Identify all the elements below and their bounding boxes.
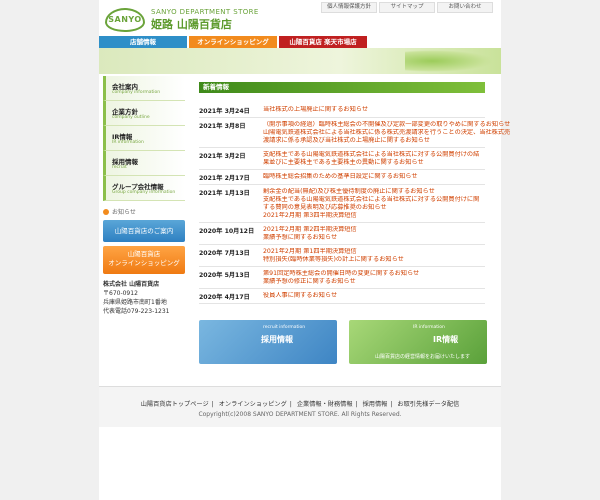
news-link[interactable]: 2021年2月期 第2四半期決算短信 <box>263 226 357 234</box>
footer-nav: 山陽百貨店トップページ | オンラインショッピング | 企業情報・財務情報 | 採用情… <box>99 399 501 408</box>
news-links: 支配株主である山陽電気鉄道株式会社による当社株式に対する公開買付けの結果並びに主… <box>263 151 485 167</box>
company-address: 兵庫県姫路市南町1番地 <box>103 299 167 306</box>
news-date: 2020年 7月13日 <box>199 250 250 257</box>
news-date: 2021年 3月24日 <box>199 108 250 115</box>
list-item: 2021年 3月8日 （開示事項の経過）臨時株主総会の不開催及び定款一部変更の取… <box>199 118 510 148</box>
news-date: 2021年 2月17日 <box>199 175 250 182</box>
brand-english: SANYO DEPARTMENT STORE <box>151 8 259 16</box>
news-link[interactable]: 剰余金の配当(無配)及び株主優待制度の廃止に関するお知らせ <box>263 188 485 196</box>
ir-banner-ja: IR情報 <box>433 335 459 344</box>
list-item: 2020年 10月12日 2021年2月期 第2四半期決算短信 業績予想に関する… <box>199 223 485 245</box>
news-list: 2021年 3月24日 当社株式の上場廃止に関するお知らせ 2021年 3月8日… <box>199 103 510 304</box>
news-links: 当社株式の上場廃止に関するお知らせ <box>263 106 368 115</box>
news-links: （開示事項の経過）臨時株主総会の不開催及び定款一部変更の取りやめに関するお知らせ… <box>263 121 510 145</box>
list-item: 2021年 3月24日 当社株式の上場廃止に関するお知らせ <box>199 103 485 118</box>
footer: 山陽百貨店トップページ | オンラインショッピング | 企業情報・財務情報 | 採用情… <box>99 386 501 427</box>
sitemap-link[interactable]: サイトマップ <box>379 2 435 13</box>
page-container: SANYO SANYO DEPARTMENT STORE 姫路 山陽百貨店 個人… <box>99 0 510 500</box>
company-tel: 代表電話079-223-1231 <box>103 308 170 315</box>
contact-link[interactable]: お問い合わせ <box>437 2 493 13</box>
store-guide-button[interactable]: 山陽百貨店のご案内 <box>103 220 185 242</box>
news-date: 2021年 3月2日 <box>199 153 246 160</box>
news-links: 臨時株主総会招集のための基準日設定に関するお知らせ <box>263 173 418 182</box>
privacy-link[interactable]: 個人情報保護方針 <box>321 2 377 13</box>
sidebar-item-company[interactable]: 会社案内 company information <box>103 76 185 101</box>
news-date: 2020年 4月17日 <box>199 294 250 301</box>
list-item: 2020年 4月17日 役員人事に関するお知らせ <box>199 289 485 304</box>
leaf-decoration <box>405 50 495 72</box>
news-link[interactable]: 2021年2月期 第1四半期決算短信 <box>263 248 404 256</box>
bullet-icon <box>103 208 109 215</box>
sidebar-item-sub: company information <box>112 90 161 95</box>
list-item: 2021年 2月17日 臨時株主総会招集のための基準日設定に関するお知らせ <box>199 170 485 185</box>
news-link[interactable]: 支配株主である山陽電気鉄道株式会社による当社株式に対する公開買付けの結果並びに主… <box>263 151 485 167</box>
footer-link-supplier[interactable]: お取引先様データ配信 <box>394 401 462 408</box>
ir-banner-en: IR information <box>413 325 445 330</box>
news-links: 2021年2月期 第1四半期決算短信 特別損失(臨時休業等損失)の計上に関するお… <box>263 248 404 264</box>
sidebar: 会社案内 company information 企業方針 company ou… <box>103 76 185 316</box>
ir-banner-caption: 山陽百貨店の経営情報をお届けいたします <box>375 354 471 360</box>
news-link[interactable]: 2021年2月期 第3四半期決算短信 <box>263 212 485 220</box>
sidebar-item-ir[interactable]: IR情報 IR information <box>103 126 185 151</box>
sidebar-item-sub: Group company information <box>112 190 176 195</box>
ir-banner[interactable]: IR information IR情報 山陽百貨店の経営情報をお届けいたします <box>349 320 487 364</box>
tab-store-info[interactable]: 店舗情報 <box>99 36 187 48</box>
recruit-banner-en: recruit information <box>263 325 306 330</box>
news-links: 第91回定時株主総会の開催日時の変更に関するお知らせ 業績予想の修正に関するお知… <box>263 270 419 286</box>
online-shopping-button[interactable]: 山陽百貨店 オンラインショッピング <box>103 246 185 274</box>
sidebar-item-sub: company outline <box>112 115 150 120</box>
notice-link[interactable]: お知らせ <box>103 207 185 216</box>
list-item: 2020年 5月13日 第91回定時株主総会の開催日時の変更に関するお知らせ 業… <box>199 267 485 289</box>
footer-link-online[interactable]: オンラインショッピング <box>216 401 290 408</box>
footer-link-recruit[interactable]: 採用情報 <box>360 401 391 408</box>
tab-online-shopping[interactable]: オンラインショッピング <box>189 36 277 48</box>
company-name: 株式会社 山陽百貨店 <box>103 281 160 288</box>
news-date: 2021年 3月8日 <box>199 123 246 130</box>
news-link[interactable]: 役員人事に関するお知らせ <box>263 292 337 300</box>
logo[interactable]: SANYO <box>105 8 145 32</box>
recruit-banner[interactable]: recruit information 採用情報 <box>199 320 337 364</box>
list-item: 2021年 3月2日 支配株主である山陽電気鉄道株式会社による当社株式に対する公… <box>199 148 485 170</box>
sidebar-item-sub: recruit <box>112 165 127 170</box>
news-links: 2021年2月期 第2四半期決算短信 業績予想に関するお知らせ <box>263 226 357 242</box>
news-links: 剰余金の配当(無配)及び株主優待制度の廃止に関するお知らせ 支配株主である山陽電… <box>263 188 485 220</box>
recruit-banner-ja: 採用情報 <box>261 335 293 344</box>
main-tabs: 店舗情報 オンラインショッピング 山陽百貨店 楽天市場店 <box>99 36 501 48</box>
list-item: 2021年 1月13日 剰余金の配当(無配)及び株主優待制度の廃止に関するお知ら… <box>199 185 485 223</box>
tab-rakuten-store[interactable]: 山陽百貨店 楽天市場店 <box>279 36 367 48</box>
news-link[interactable]: 臨時株主総会招集のための基準日設定に関するお知らせ <box>263 173 418 181</box>
news-link[interactable]: 特別損失(臨時休業等損失)の計上に関するお知らせ <box>263 256 404 264</box>
news-link[interactable]: 業績予想の修正に関するお知らせ <box>263 278 419 286</box>
list-item: 2020年 7月13日 2021年2月期 第1四半期決算短信 特別損失(臨時休業… <box>199 245 485 267</box>
main-content: 新着情報 2021年 3月24日 当社株式の上場廃止に関するお知らせ 2021年… <box>199 82 510 304</box>
news-date: 2020年 5月13日 <box>199 272 250 279</box>
news-link[interactable]: 山陽電気鉄道株式会社による当社株式に係る株式売渡請求を行うことの決定、当社株式売… <box>263 129 510 145</box>
news-link[interactable]: 当社株式の上場廃止に関するお知らせ <box>263 106 368 114</box>
bottom-banners: recruit information 採用情報 IR information … <box>199 320 487 364</box>
copyright: Copyright(c)2008 SANYO DEPARTMENT STORE.… <box>198 411 402 418</box>
sidebar-item-sub: IR information <box>112 140 144 145</box>
news-link[interactable]: 支配株主である山陽電気鉄道株式会社による当社株式に対する公開買付けに関する賛同の… <box>263 196 485 212</box>
sidebar-item-group[interactable]: グループ会社情報 Group company information <box>103 176 185 201</box>
news-link[interactable]: （開示事項の経過）臨時株主総会の不開催及び定款一部変更の取りやめに関するお知らせ <box>263 121 510 129</box>
utility-nav: 個人情報保護方針 サイトマップ お問い合わせ <box>321 2 493 13</box>
online-button-line2: オンラインショッピング <box>108 259 180 267</box>
news-link[interactable]: 業績予想に関するお知らせ <box>263 234 357 242</box>
news-date: 2020年 10月12日 <box>199 228 255 235</box>
notice-label: お知らせ <box>112 209 136 216</box>
brand-japanese: 姫路 山陽百貨店 <box>151 18 232 31</box>
sidebar-item-policy[interactable]: 企業方針 company outline <box>103 101 185 126</box>
news-link[interactable]: 第91回定時株主総会の開催日時の変更に関するお知らせ <box>263 270 419 278</box>
news-links: 役員人事に関するお知らせ <box>263 292 337 301</box>
sidebar-item-recruit[interactable]: 採用情報 recruit <box>103 151 185 176</box>
news-heading: 新着情報 <box>199 82 485 93</box>
footer-link-top[interactable]: 山陽百貨店トップページ <box>138 401 212 408</box>
company-info: 株式会社 山陽百貨店 〒670-0912 兵庫県姫路市南町1番地 代表電話079… <box>103 280 185 316</box>
header-banner <box>99 48 501 74</box>
news-date: 2021年 1月13日 <box>199 190 250 197</box>
online-button-line1: 山陽百貨店 <box>127 250 161 258</box>
company-zip: 〒670-0912 <box>103 290 138 297</box>
footer-link-corporate[interactable]: 企業情報・財務情報 <box>294 401 356 408</box>
header: SANYO SANYO DEPARTMENT STORE 姫路 山陽百貨店 個人… <box>99 0 501 36</box>
